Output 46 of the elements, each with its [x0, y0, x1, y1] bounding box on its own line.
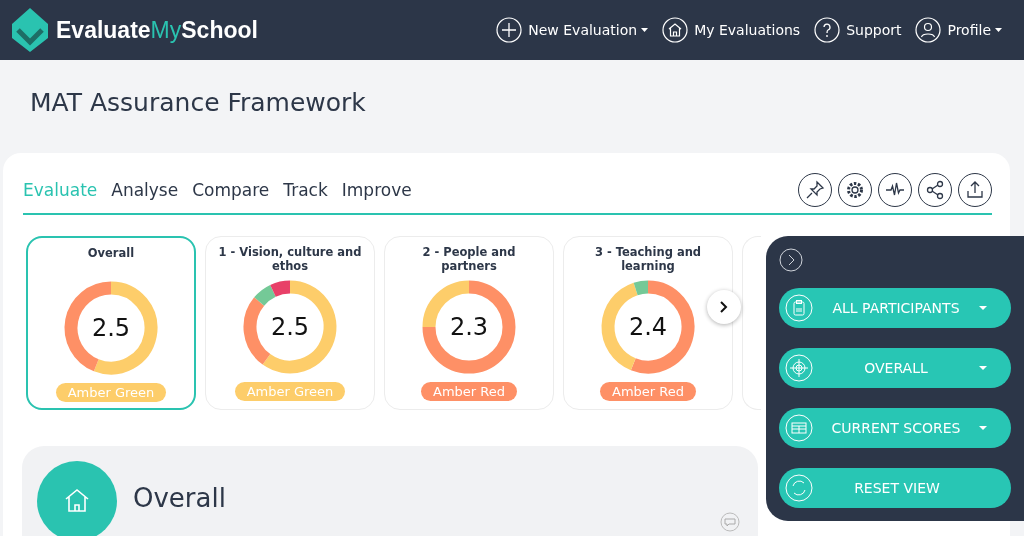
page-title: MAT Assurance Framework [29, 87, 367, 119]
crosshair-icon [785, 354, 813, 382]
score-card[interactable]: 2 - People and partners 2.3 Amber Red [384, 236, 554, 410]
share-icon[interactable] [918, 173, 952, 207]
logo-text[interactable]: EvaluateMySchool [56, 16, 258, 44]
section-title: Overall [133, 483, 226, 513]
upload-icon[interactable] [958, 173, 992, 207]
nav-link[interactable]: New Evaluation [528, 22, 638, 38]
card-title: Overall [86, 246, 136, 262]
score-card[interactable]: Overall 2.5 Amber Green [26, 236, 196, 410]
collapse-icon[interactable] [779, 248, 803, 272]
rating-badge: Amber Green [55, 383, 167, 402]
rating-badge: Amber Red [421, 382, 517, 401]
tab[interactable]: Track [283, 176, 328, 204]
plus-icon[interactable] [496, 17, 523, 43]
score-value: 2.5 [91, 316, 131, 340]
tab[interactable]: Compare [192, 176, 270, 204]
score-card[interactable]: 3 - Teaching and learning 2.4 Amber Red [563, 236, 733, 410]
score-value: 2.4 [628, 315, 668, 339]
score-value: 2.3 [449, 315, 489, 339]
settings-icon[interactable] [838, 173, 872, 207]
caret-icon[interactable] [641, 28, 649, 32]
table-icon [785, 414, 813, 442]
house-icon[interactable] [662, 17, 689, 43]
next-button[interactable] [707, 290, 741, 324]
caret-icon[interactable] [995, 28, 1002, 32]
help-icon[interactable] [814, 17, 841, 43]
nav-link[interactable]: Profile [947, 22, 991, 38]
nav-link[interactable]: My Evaluations [694, 22, 801, 38]
refresh-icon [785, 474, 813, 502]
score-value: 2.5 [270, 315, 310, 339]
rating-badge: Amber Green [234, 382, 346, 401]
logo-icon [12, 8, 48, 52]
nav-link[interactable]: Support [846, 22, 902, 38]
pulse-icon[interactable] [878, 173, 912, 207]
clipboard-icon [785, 294, 813, 322]
tab[interactable]: Analyse [111, 176, 179, 204]
user-icon[interactable] [915, 17, 942, 43]
rating-badge: Amber Red [600, 382, 696, 401]
card-title: 2 - People and partners [421, 245, 517, 275]
score-card[interactable]: 1 - Vision, culture and ethos 2.5 Amber Green [205, 236, 375, 410]
card-title: 1 - Vision, culture and ethos [217, 245, 363, 275]
card-title: 3 - Teaching and learning [593, 245, 703, 275]
chevron-icon [718, 300, 730, 314]
tab[interactable]: Improve [341, 176, 412, 204]
pin-icon[interactable] [798, 173, 832, 207]
